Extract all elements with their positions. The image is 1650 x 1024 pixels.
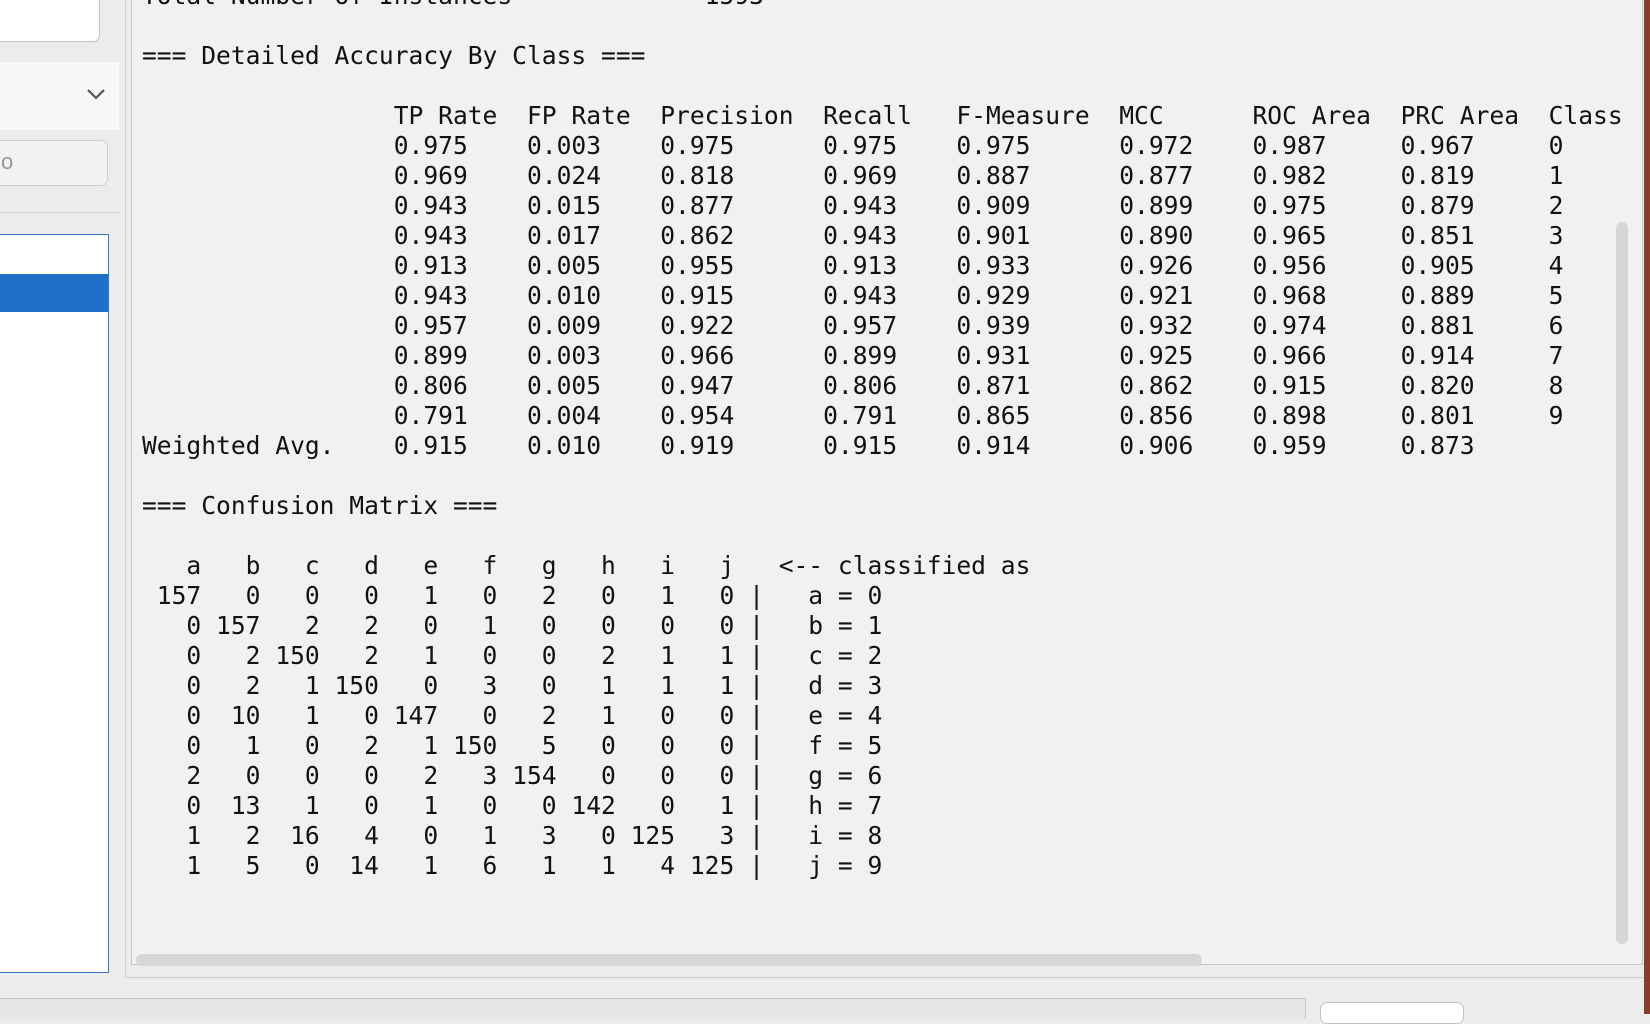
output-line: 0 2 1 150 0 3 0 1 1 1 | d = 3	[142, 671, 883, 700]
output-line: 2 0 0 0 2 3 154 0 0 0 | g = 6	[142, 761, 883, 790]
output-line: 0.957 0.009 0.922 0.957 0.939 0.932 0.97…	[142, 311, 1564, 340]
classifier-dropdown[interactable]	[0, 62, 119, 130]
output-line: 0.943 0.017 0.862 0.943 0.901 0.890 0.96…	[142, 221, 1564, 250]
result-list[interactable]	[0, 234, 109, 973]
top-input-field[interactable]	[0, 0, 100, 42]
output-line: 157 0 0 0 1 0 2 0 1 0 | a = 0	[142, 581, 883, 610]
chevron-down-icon	[87, 89, 105, 100]
output-line: 0 157 2 2 0 1 0 0 0 0 | b = 1	[142, 611, 883, 640]
output-line: 0.975 0.003 0.975 0.975 0.975 0.972 0.98…	[142, 131, 1564, 160]
output-line: 0 13 1 0 1 0 0 142 0 1 | h = 7	[142, 791, 883, 820]
search-hint: o	[1, 149, 14, 174]
output-line: 0 1 0 2 1 150 5 0 0 0 | f = 5	[142, 731, 883, 760]
output-line: 0.806 0.005 0.947 0.806 0.871 0.862 0.91…	[142, 371, 1564, 400]
horizontal-scrollbar[interactable]	[136, 954, 1202, 966]
output-line: TP Rate FP Rate Precision Recall F-Measu…	[142, 101, 1623, 130]
output-line: 0 10 1 0 147 0 2 1 0 0 | e = 4	[142, 701, 883, 730]
output-line: Weighted Avg. 0.915 0.010 0.919 0.915 0.…	[142, 431, 1475, 460]
output-line: 1 2 16 4 0 1 3 0 125 3 | i = 8	[142, 821, 883, 850]
output-line: 0.943 0.010 0.915 0.943 0.929 0.921 0.96…	[142, 281, 1564, 310]
output-line: 0.913 0.005 0.955 0.913 0.933 0.926 0.95…	[142, 251, 1564, 280]
output-line: 1 5 0 14 1 6 1 1 4 125 | j = 9	[142, 851, 883, 880]
output-line: 0.969 0.024 0.818 0.969 0.887 0.877 0.98…	[142, 161, 1564, 190]
output-line: 0 2 150 2 1 0 0 2 1 1 | c = 2	[142, 641, 883, 670]
vertical-scrollbar[interactable]	[1616, 222, 1628, 944]
status-bar	[0, 998, 1306, 1019]
output-line: === Detailed Accuracy By Class ===	[142, 41, 646, 70]
left-panel: o	[0, 0, 122, 975]
output-line: 0.899 0.003 0.966 0.899 0.931 0.925 0.96…	[142, 341, 1564, 370]
output-line: === Confusion Matrix ===	[142, 491, 498, 520]
classifier-output[interactable]: Total Number of Instances 1593 === Detai…	[131, 0, 1643, 965]
search-input[interactable]: o	[0, 140, 108, 186]
classifier-output-text: Total Number of Instances 1593 === Detai…	[142, 0, 1623, 881]
result-list-item-selected[interactable]	[0, 274, 108, 312]
output-line: Total Number of Instances 1593	[142, 0, 1623, 11]
output-line: a b c d e f g h i j <-- classified as	[142, 551, 1031, 580]
output-line: 0.943 0.015 0.877 0.943 0.909 0.899 0.97…	[142, 191, 1564, 220]
output-line: 0.791 0.004 0.954 0.791 0.865 0.856 0.89…	[142, 401, 1564, 430]
desktop-background-edge	[1644, 0, 1650, 1014]
bottom-button[interactable]	[1320, 1002, 1464, 1024]
